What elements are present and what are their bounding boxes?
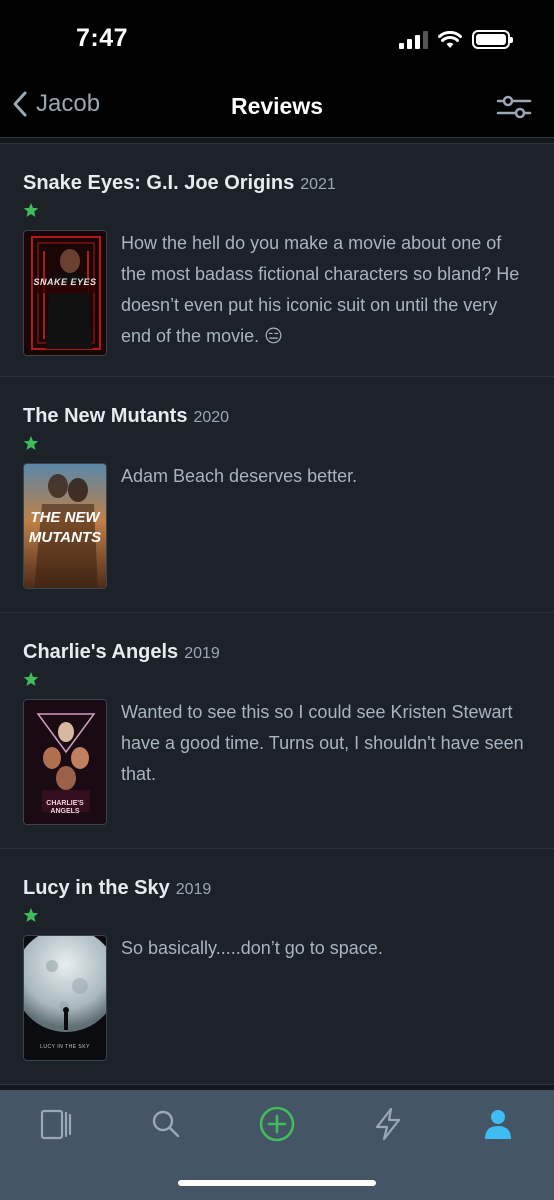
review-header: Charlie's Angels 2019 bbox=[23, 641, 220, 664]
filter-button[interactable] bbox=[496, 94, 532, 125]
tab-films[interactable] bbox=[36, 1104, 76, 1144]
rating-star-icon bbox=[23, 203, 39, 217]
film-title[interactable]: Snake Eyes: G.I. Joe Origins bbox=[23, 172, 294, 195]
poster-title: LUCY IN THE SKY bbox=[40, 1044, 90, 1050]
review-header: Snake Eyes: G.I. Joe Origins 2021 bbox=[23, 172, 336, 195]
poster-title: CHARLIE'S ANGELS bbox=[46, 800, 84, 815]
sliders-icon bbox=[496, 95, 532, 119]
battery-icon bbox=[472, 30, 513, 49]
film-year: 2019 bbox=[184, 645, 220, 662]
home-indicator[interactable] bbox=[178, 1180, 376, 1186]
cellular-signal-icon bbox=[399, 30, 428, 49]
film-poster[interactable]: THE NEW MUTANTS bbox=[23, 463, 107, 589]
review-text: Adam Beach deserves better. bbox=[121, 466, 358, 486]
status-time: 7:47 bbox=[76, 24, 129, 52]
film-title[interactable]: Charlie's Angels bbox=[23, 641, 178, 664]
review-list: Snake Eyes: G.I. Joe Origins 2021 SNAKE … bbox=[0, 139, 554, 1085]
wifi-icon bbox=[438, 30, 462, 48]
review-header: Lucy in the Sky 2019 bbox=[23, 877, 211, 900]
film-poster[interactable]: SNAKE EYES bbox=[23, 230, 107, 356]
rating-star-icon bbox=[23, 908, 39, 922]
film-year: 2021 bbox=[300, 176, 336, 193]
status-icons bbox=[399, 30, 513, 49]
review-text: So basically.....don’t go to space. bbox=[121, 938, 383, 958]
films-icon bbox=[40, 1109, 72, 1140]
tab-profile[interactable] bbox=[478, 1104, 518, 1144]
review-item[interactable]: Lucy in the Sky 2019 LUCY IN THE SKY So … bbox=[0, 849, 554, 1085]
film-poster[interactable]: LUCY IN THE SKY bbox=[23, 935, 107, 1061]
review-text: How the hell do you make a movie about o… bbox=[121, 233, 520, 346]
navigation-bar: Jacob Reviews bbox=[0, 80, 554, 138]
film-poster[interactable]: CHARLIE'S ANGELS bbox=[23, 699, 107, 825]
review-item[interactable]: The New Mutants 2020 THE NEW MUTANTS Ada… bbox=[0, 377, 554, 613]
review-item[interactable]: Snake Eyes: G.I. Joe Origins 2021 SNAKE … bbox=[0, 143, 554, 377]
film-title[interactable]: The New Mutants bbox=[23, 405, 187, 428]
review-text: Wanted to see this so I could see Kriste… bbox=[121, 702, 524, 784]
profile-icon bbox=[485, 1110, 511, 1139]
review-item[interactable]: Charlie's Angels 2019 CHARLIE'S ANGELS W… bbox=[0, 613, 554, 849]
poster-title: SNAKE EYES bbox=[33, 277, 97, 287]
tab-search[interactable] bbox=[146, 1104, 186, 1144]
film-year: 2019 bbox=[175, 881, 212, 898]
tab-activity[interactable] bbox=[368, 1104, 408, 1144]
search-icon bbox=[152, 1110, 180, 1138]
poster-title: THE NEW MUTANTS bbox=[28, 509, 102, 546]
page-title: Reviews bbox=[230, 93, 324, 119]
add-icon bbox=[259, 1106, 295, 1142]
review-header: The New Mutants 2020 bbox=[23, 405, 229, 428]
film-year: 2020 bbox=[193, 409, 230, 426]
rating-star-icon bbox=[23, 672, 39, 686]
activity-icon bbox=[375, 1107, 401, 1141]
tab-add[interactable] bbox=[257, 1104, 297, 1144]
status-bar: 7:47 bbox=[0, 0, 554, 80]
rating-star-icon bbox=[23, 436, 39, 450]
film-title[interactable]: Lucy in the Sky bbox=[23, 877, 170, 900]
